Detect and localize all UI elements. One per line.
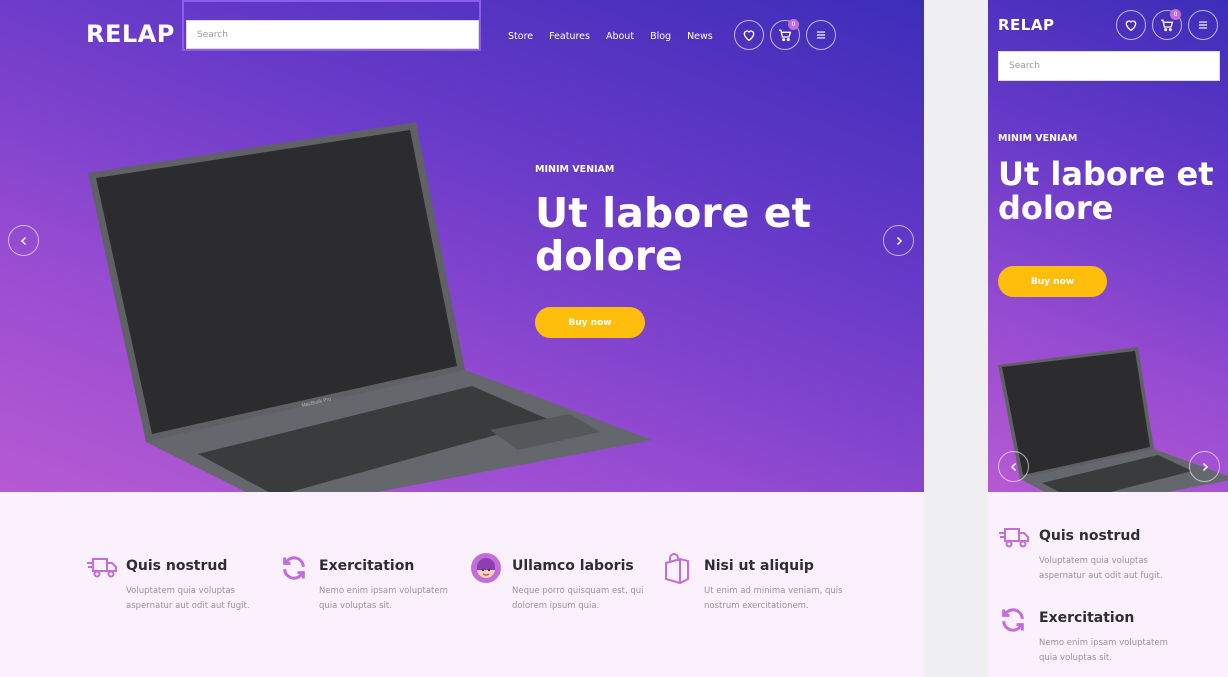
feature-title: Exercitation	[1039, 610, 1135, 626]
feature-desc: Voluptatem quia voluptas aspernatur aut …	[126, 586, 250, 611]
hero-headline: Ut labore et dolore	[998, 155, 1214, 227]
feature-title: Quis nostrud	[126, 558, 228, 574]
refresh-icon	[283, 556, 305, 580]
hamburger-icon	[1198, 21, 1208, 29]
nav-item-about[interactable]: About	[606, 31, 634, 42]
search-input[interactable]: Search	[998, 51, 1220, 81]
delivery-truck-icon	[999, 528, 1029, 548]
nav-item-blog[interactable]: Blog	[650, 31, 671, 42]
feature-desc: Neque porro quisquam est, qui dolorem ip…	[512, 586, 644, 611]
feature-title: Quis nostrud	[1039, 528, 1141, 544]
mobile-preview: RELAP 0 Search MINIM VENIAM Ut labore et…	[988, 0, 1228, 677]
buy-now-button[interactable]: Buy now	[998, 266, 1107, 297]
hero-banner: RELAP 0 Search MINIM VENIAM Ut labore et…	[988, 0, 1228, 492]
carousel-prev-button[interactable]	[998, 451, 1029, 482]
hero-headline: Ut labore et dolore	[535, 189, 812, 281]
cart-count-badge: 0	[788, 19, 799, 30]
feature-title: Nisi ut aliquip	[704, 558, 814, 574]
carousel-next-button[interactable]	[883, 225, 914, 256]
features-section: Quis nostrud Voluptatem quia voluptas as…	[988, 492, 1228, 677]
menu-button[interactable]	[1188, 10, 1218, 40]
feature-desc: Nemo enim ipsam voluptatem quia voluptas…	[1039, 638, 1168, 663]
delivery-truck-icon	[87, 558, 117, 578]
chevron-right-icon	[1202, 462, 1208, 471]
feature-title: Ullamco laboris	[512, 558, 634, 574]
feature-desc: Ut enim ad minima veniam, quis nostrum e…	[704, 586, 843, 611]
nav-item-news[interactable]: News	[687, 31, 713, 42]
search-input[interactable]: Search	[186, 20, 479, 49]
hero-banner: RELAP Search Store Features About Blog N…	[0, 0, 924, 492]
main-nav: Store Features About Blog News	[508, 31, 713, 42]
search-placeholder: Search	[197, 29, 228, 40]
cart-button[interactable]: 0	[1152, 9, 1182, 40]
shopping-bag-icon	[665, 553, 689, 585]
chevron-left-icon	[20, 236, 26, 245]
feature-title: Exercitation	[319, 558, 415, 574]
chevron-right-icon	[896, 236, 902, 245]
brand-logo[interactable]: RELAP	[86, 20, 175, 48]
desktop-preview: RELAP Search Store Features About Blog N…	[0, 0, 924, 677]
heart-icon	[1125, 20, 1137, 32]
brand-logo[interactable]: RELAP	[998, 16, 1054, 34]
wishlist-button[interactable]	[734, 20, 764, 50]
chevron-left-icon	[1010, 462, 1016, 471]
menu-button[interactable]	[806, 20, 836, 50]
carousel-next-button[interactable]	[1189, 451, 1220, 482]
refresh-icon	[1002, 608, 1024, 632]
heart-icon	[743, 30, 755, 42]
wishlist-button[interactable]	[1116, 10, 1146, 40]
hero-eyebrow: MINIM VENIAM	[535, 164, 615, 175]
feature-desc: Nemo enim ipsam voluptatem quia voluptas…	[319, 586, 448, 611]
features-section: Quis nostrud Voluptatem quia voluptas as…	[0, 492, 924, 677]
search-placeholder: Search	[1009, 61, 1040, 71]
hamburger-icon	[816, 31, 826, 39]
buy-now-button[interactable]: Buy now	[535, 307, 645, 338]
cart-count-badge: 0	[1170, 9, 1181, 20]
nav-item-store[interactable]: Store	[508, 31, 533, 42]
nav-item-features[interactable]: Features	[549, 31, 590, 42]
search-focus-outline: Search	[182, 0, 481, 51]
hero-eyebrow: MINIM VENIAM	[998, 133, 1078, 144]
carousel-prev-button[interactable]	[8, 225, 39, 256]
support-agent-icon	[471, 553, 501, 583]
feature-desc: Voluptatem quia voluptas aspernatur aut …	[1039, 556, 1163, 581]
cart-button[interactable]: 0	[770, 19, 800, 50]
